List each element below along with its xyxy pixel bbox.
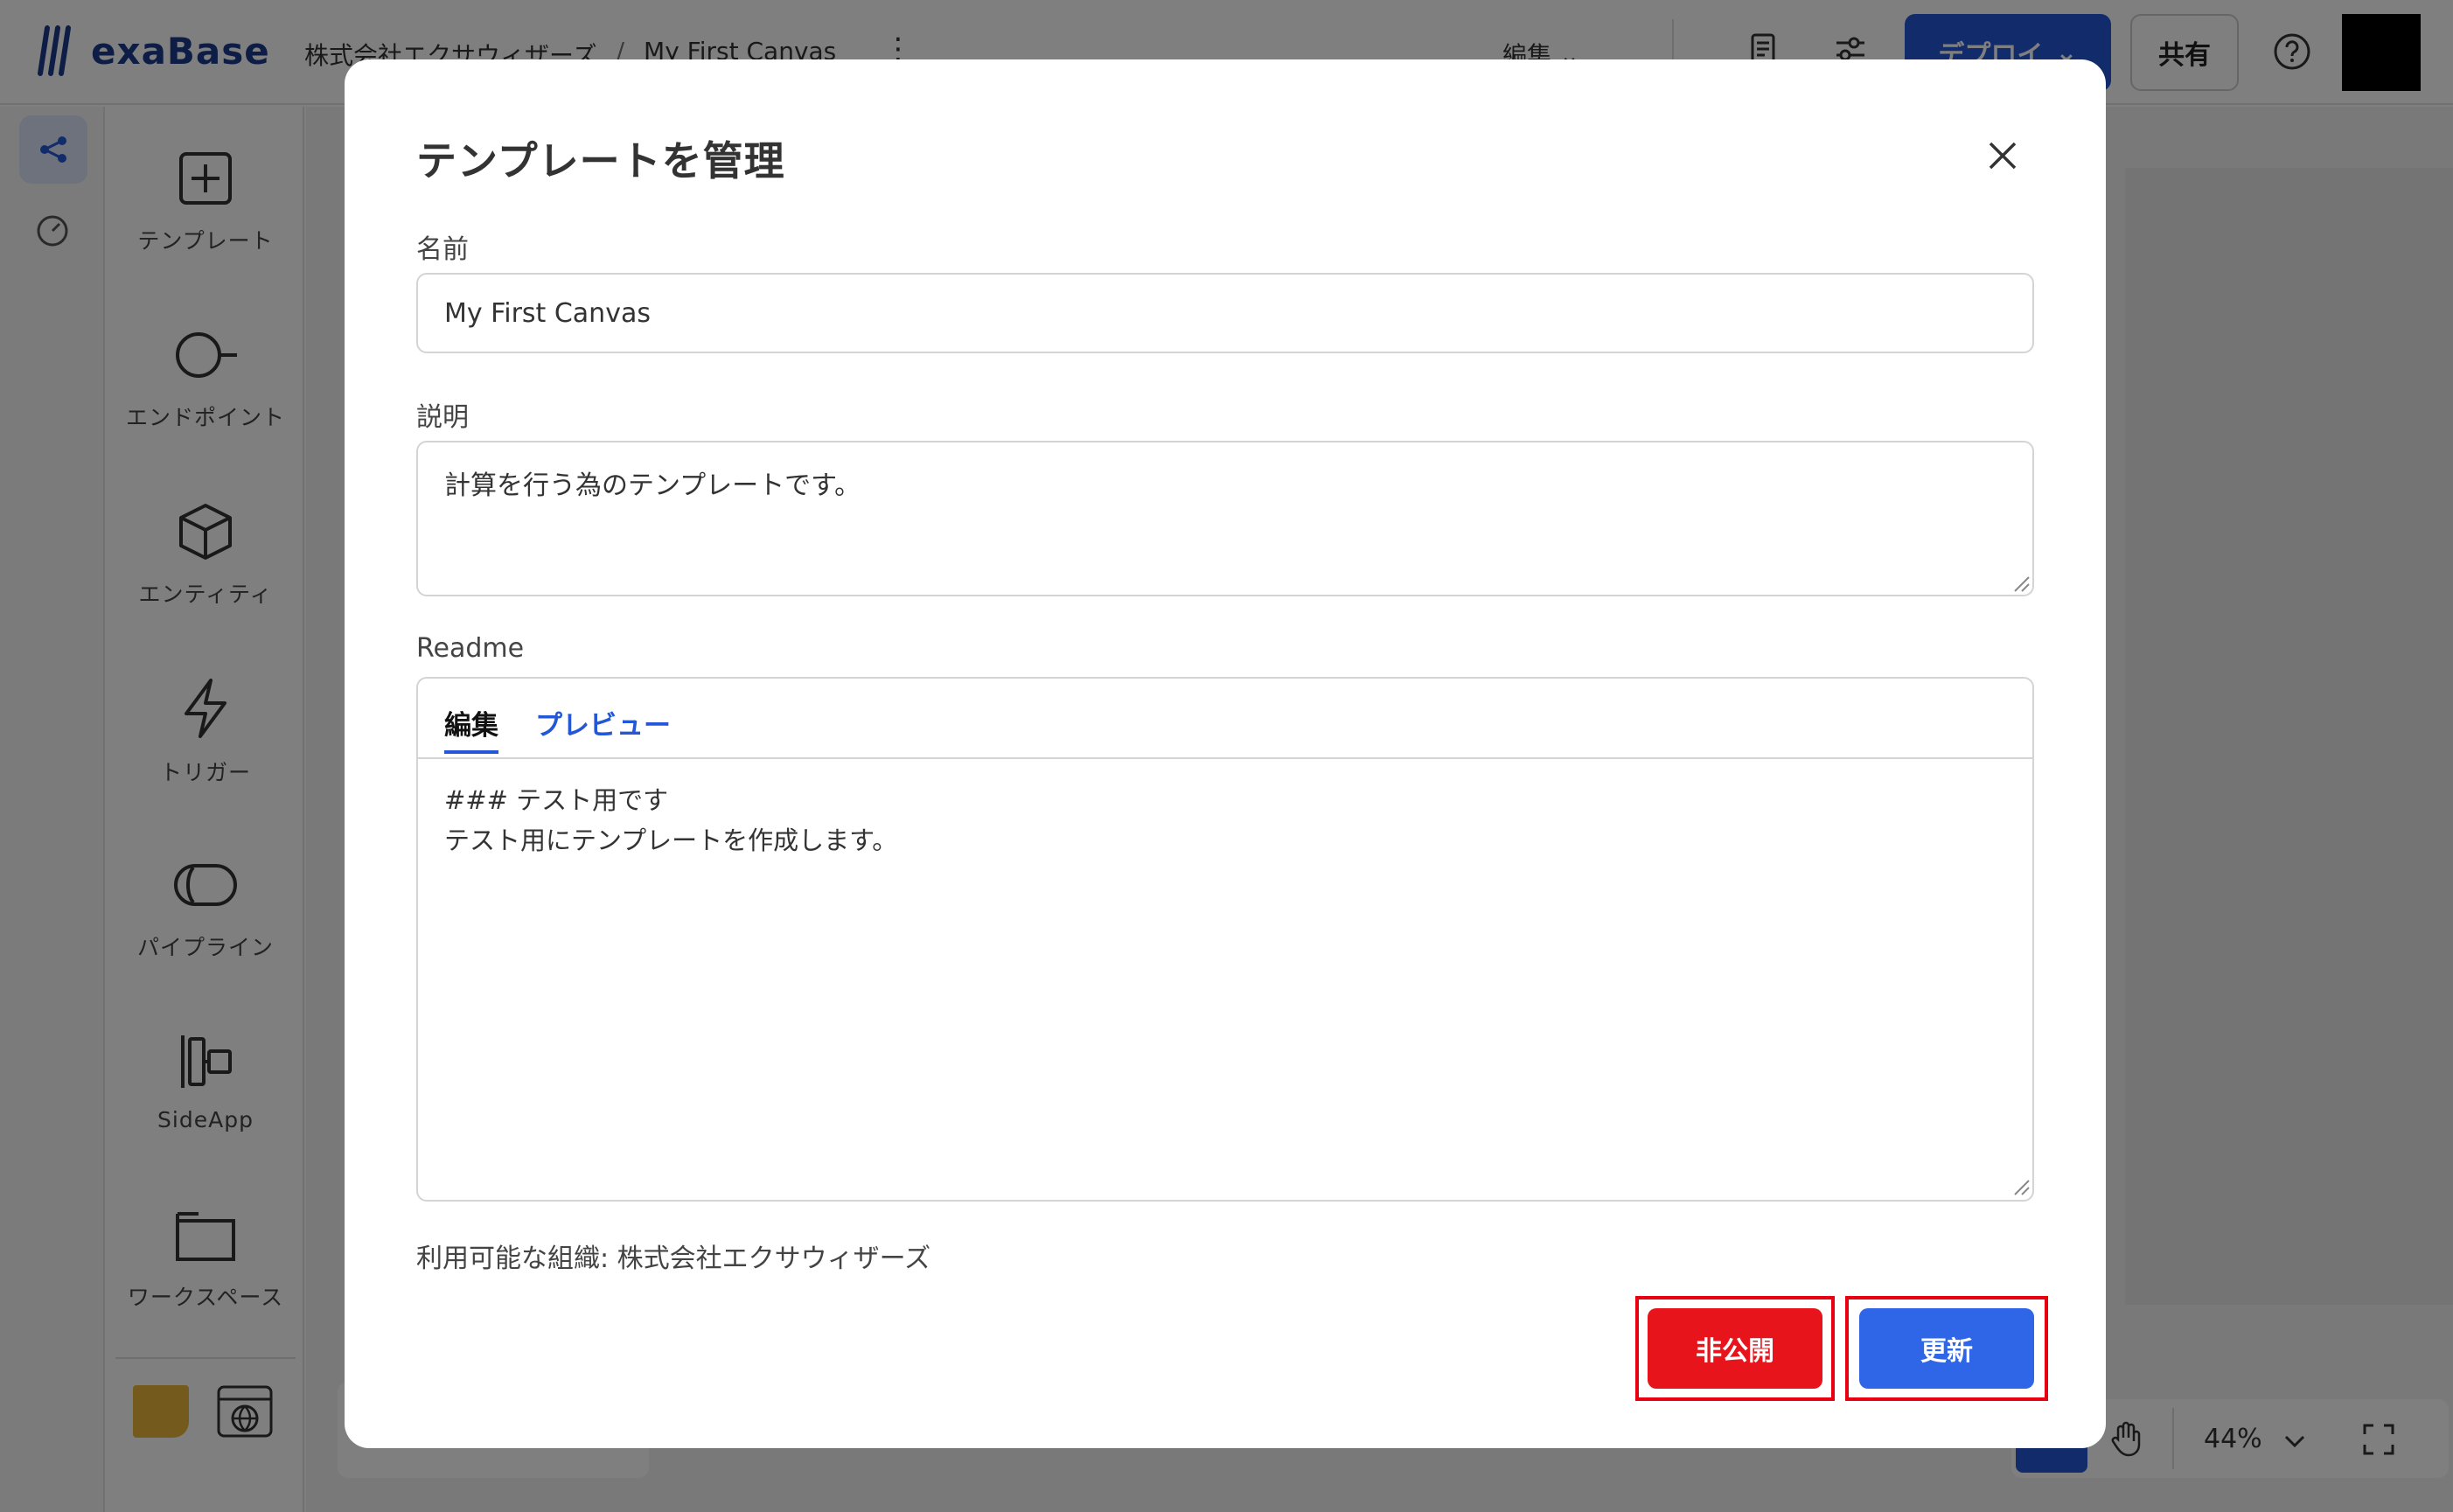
resize-handle-icon[interactable] (2011, 1177, 2031, 1196)
description-input[interactable]: 計算を行う為のテンプレートです。 (416, 441, 2034, 596)
update-button[interactable]: 更新 (1859, 1308, 2034, 1389)
readme-tabs: 編集 プレビュー (418, 679, 2032, 759)
name-input[interactable] (416, 273, 2034, 353)
readme-textarea[interactable]: ### テスト用です テスト用にテンプレートを作成します。 (418, 761, 2032, 1198)
tab-edit[interactable]: 編集 (444, 703, 498, 742)
dialog-title: テンプレートを管理 (416, 137, 785, 185)
close-icon (1989, 142, 2017, 170)
resize-handle-icon[interactable] (2011, 574, 2031, 593)
available-organizations: 利用可能な組織: 株式会社エクサウィザーズ (416, 1237, 930, 1275)
unpublish-button[interactable]: 非公開 (1648, 1308, 1822, 1389)
manage-template-dialog: テンプレートを管理 名前 説明 計算を行う為のテンプレートです。 Readme … (345, 59, 2106, 1448)
close-button[interactable] (1976, 129, 2029, 182)
available-organizations-text: 利用可能な組織: 株式会社エクサウィザーズ (416, 1244, 931, 1274)
description-label: 説明 (416, 402, 469, 433)
name-label: 名前 (416, 234, 469, 265)
tab-preview[interactable]: プレビュー (535, 703, 671, 742)
active-tab-indicator (444, 750, 498, 754)
readme-label: Readme (416, 633, 525, 664)
readme-editor: 編集 プレビュー ### テスト用です テスト用にテンプレートを作成します。 (416, 677, 2034, 1202)
